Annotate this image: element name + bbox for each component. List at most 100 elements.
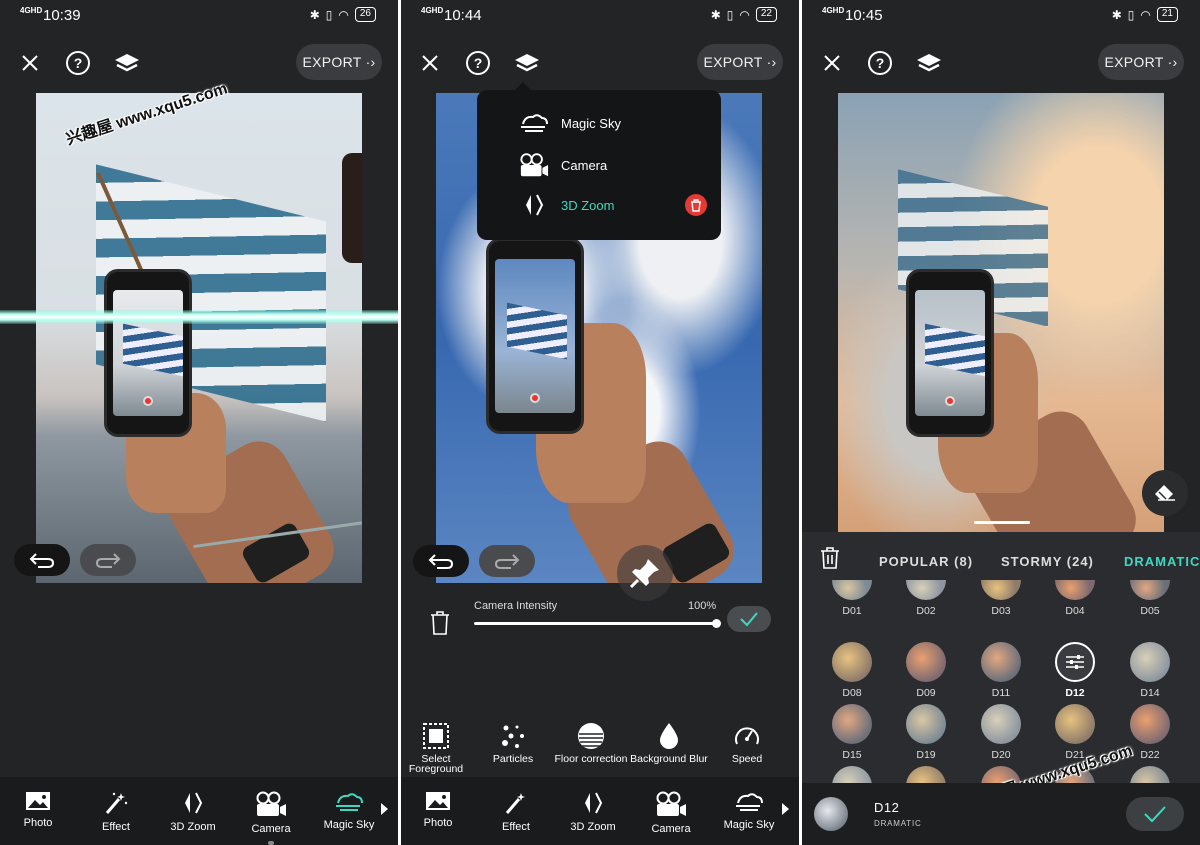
sky-thumbnail-item[interactable]: D20 [977,704,1025,761]
tab-dramatic[interactable]: DRAMATIC [1124,554,1200,569]
sky-thumbnail [1055,642,1095,682]
layers-icon[interactable] [113,49,141,77]
apply-sky-button[interactable] [1126,797,1184,831]
sky-thumbnail [1130,704,1170,744]
layer-item-magic-sky[interactable]: Magic Sky [519,108,621,138]
nav-3d-zoom[interactable]: 3D Zoom [557,791,629,833]
sky-thumbnail-item[interactable]: D19 [902,704,950,761]
checkmark-icon [740,612,758,627]
sky-thumbnail-item[interactable]: D11 [977,642,1025,699]
sky-thumbnail-item[interactable]: D02 [902,580,950,617]
sky-thumbnail-item[interactable]: D09 [902,642,950,699]
sky-thumbnail-item[interactable]: D22 [1126,704,1174,761]
sky-thumbnail [832,642,872,682]
help-icon[interactable]: ? [866,49,894,77]
confirm-button[interactable] [727,606,771,632]
screens-container: 4GHD 10:39 ✱ ▯ ◠ 26 ? EXPORT ·› 兴趣屋 www.… [0,0,1200,845]
export-button[interactable]: EXPORT ·› [1098,44,1184,80]
layers-icon[interactable] [513,49,541,77]
sky-thumbnail-item[interactable]: D04 [1051,580,1099,617]
tool-particles[interactable]: Particles [471,722,555,764]
phone-in-hand [486,238,584,434]
wifi-icon: ◠ [739,7,750,22]
tool-label: Speed [731,753,763,765]
sky-thumbnail-item[interactable]: D01 [828,580,876,617]
sky-thumbnail-item[interactable]: D05 [1126,580,1174,617]
status-icons: ✱ ▯ ◠ 21 [1112,7,1178,22]
nav-label: Effect [502,821,530,833]
slider-track[interactable] [474,622,718,625]
panel-drag-handle[interactable] [974,521,1030,524]
nav-camera[interactable]: Camera [635,791,707,835]
nav-photo[interactable]: Photo [402,791,474,829]
sky-thumbnail-item[interactable]: D08 [828,642,876,699]
nav-photo[interactable]: Photo [2,791,74,829]
battery-indicator: 22 [755,7,777,22]
eraser-icon [1155,485,1175,501]
trash-icon[interactable] [429,610,451,641]
nav-effect[interactable]: Effect [480,791,552,833]
layer-item-3d-zoom[interactable]: 3D Zoom [519,190,614,220]
layers-icon[interactable] [915,49,943,77]
nav-label: Camera [651,823,691,835]
photo-canvas[interactable] [36,93,362,583]
redo-icon [494,554,520,569]
close-icon[interactable] [416,49,444,77]
sky-thumbnail-item[interactable]: D12 [1051,642,1099,699]
nav-magic-sky[interactable]: Magic Sky [313,791,385,831]
help-icon[interactable]: ? [464,49,492,77]
export-button[interactable]: EXPORT ·› [296,44,382,80]
top-toolbar: ? EXPORT ·› [401,42,799,84]
nav-label: Magic Sky [723,819,775,831]
sky-thumbnail-item[interactable]: D15 [828,704,876,761]
magic-wand-icon [105,792,128,814]
slider-knob[interactable] [712,619,721,628]
undo-redo-group [413,545,535,577]
nav-camera[interactable]: Camera [235,791,307,835]
export-button[interactable]: EXPORT ·› [697,44,783,80]
bottom-nav: Photo Effect 3D Zoom Camera Magic Sky [401,777,799,845]
sky-thumbnail-item[interactable]: D14 [1126,642,1174,699]
battery-indicator: 21 [1156,7,1178,22]
nav-magic-sky[interactable]: Magic Sky [713,791,785,831]
undo-redo-group [14,544,136,576]
layer-item-camera[interactable]: Camera [519,150,607,180]
help-icon[interactable]: ? [64,49,92,77]
tool-label: Select Foreground [408,753,464,775]
sky-name: D09 [916,687,936,699]
tab-stormy[interactable]: STORMY (24) [1001,554,1094,569]
nav-more-arrow-icon[interactable] [381,803,388,815]
undo-button[interactable] [413,545,469,577]
nav-label: Magic Sky [323,819,375,831]
close-icon[interactable] [16,49,44,77]
tool-background-blur[interactable]: Background Blur [627,722,711,764]
selected-sky-thumbnail [814,797,848,831]
sky-thumbnail [1130,580,1170,600]
bluetooth-icon: ✱ [309,7,320,22]
redo-button[interactable] [479,545,535,577]
sky-category-tabs: POPULAR (8) STORMY (24) DRAMATIC [802,552,1200,572]
camera-icon [256,791,286,816]
sky-name: D08 [842,687,862,699]
sky-thumbnail-item[interactable]: D03 [977,580,1025,617]
eraser-button[interactable] [1142,470,1188,516]
tool-floor-correction[interactable]: Floor correction [549,722,633,764]
undo-button[interactable] [14,544,70,576]
undo-icon [29,553,55,568]
nav-3d-zoom[interactable]: 3D Zoom [157,791,229,833]
tool-speed[interactable]: Speed [705,722,789,764]
photo-canvas[interactable] [838,93,1164,533]
tab-popular[interactable]: POPULAR (8) [879,554,973,569]
sky-name: D15 [842,749,862,761]
nav-effect[interactable]: Effect [80,791,152,833]
adjust-sliders-icon [1066,655,1084,669]
particles-icon [502,725,524,748]
tool-select-foreground[interactable]: Select Foreground [401,722,478,774]
delete-layer-button[interactable] [685,194,707,216]
nav-more-arrow-icon[interactable] [782,803,789,815]
floor-correction-icon [578,723,604,749]
close-icon[interactable] [818,49,846,77]
redo-button[interactable] [80,544,136,576]
sky-name: D12 [1065,687,1085,699]
sky-picker-panel: POPULAR (8) STORMY (24) DRAMATIC D01 D02 D… [802,532,1200,810]
